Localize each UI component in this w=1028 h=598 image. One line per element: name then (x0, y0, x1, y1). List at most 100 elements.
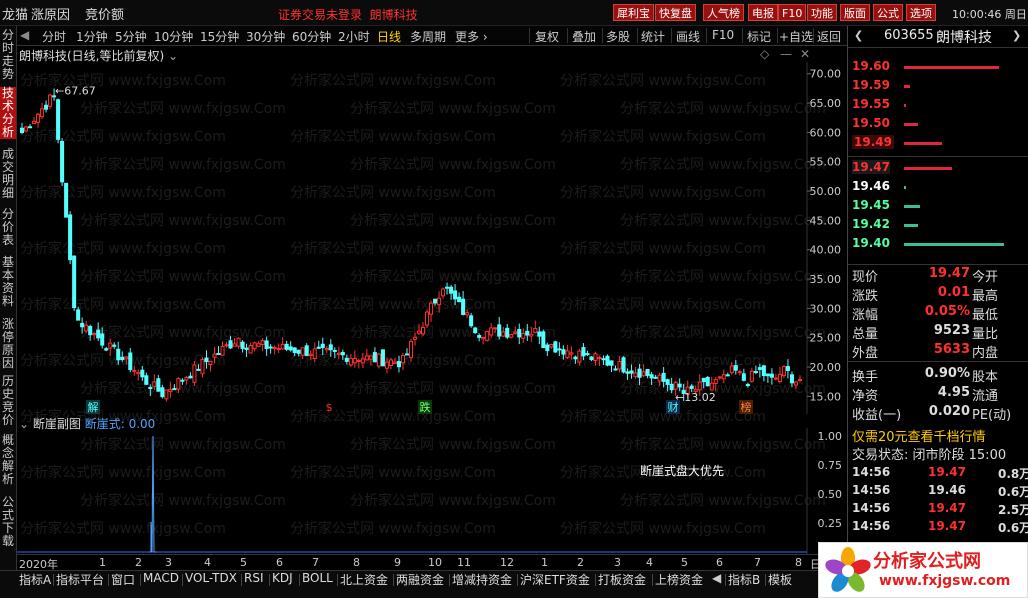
kline-chart[interactable]: 70.00 65.00 60.00 55.00 50.00 45.00 40.00 35.00… (17, 62, 847, 414)
period-1min[interactable]: 1分钟 (76, 28, 108, 45)
tool-adjust[interactable]: 复权 (535, 28, 559, 45)
x-axis-label: 4 (204, 556, 211, 569)
bid-level[interactable]: 19.46 (848, 179, 1028, 197)
quote-value: 5633 (933, 342, 970, 357)
nav-intraday[interactable]: 分时走势 (0, 29, 16, 81)
x-axis-label: 12 (500, 556, 514, 569)
period-10min[interactable]: 10分钟 (154, 28, 193, 45)
period-5min[interactable]: 5分钟 (115, 28, 147, 45)
period-30min[interactable]: 30分钟 (246, 28, 285, 45)
ask-level[interactable]: 19.50 (848, 116, 1028, 134)
indicator-tab[interactable]: BOLL (302, 571, 333, 585)
ask-level[interactable]: 19.55 (848, 97, 1028, 115)
indicator-tab[interactable]: 两融资金 (396, 571, 444, 588)
indicator-tab[interactable]: KDJ (272, 571, 293, 585)
telegram-button[interactable]: 电报 (748, 4, 778, 21)
prev-arrow-icon[interactable]: ◀ (20, 28, 29, 42)
indicator-tab[interactable]: 指标A (19, 571, 51, 588)
period-15min[interactable]: 15分钟 (200, 28, 239, 45)
layout-button[interactable]: 版面 (840, 4, 870, 21)
bid-level[interactable]: 19.45 (848, 198, 1028, 216)
nav-price-table[interactable]: 分价表 (0, 208, 16, 247)
order-volume-bar (904, 224, 918, 227)
tool-statistics[interactable]: 统计 (641, 28, 665, 45)
indicator-tab[interactable]: 指标B (728, 571, 760, 588)
quote-row: 现价 19.47 今开 (848, 266, 1028, 285)
period-more[interactable]: 更多 › (455, 28, 488, 45)
scroll-left-icon[interactable]: ◀ (712, 571, 721, 585)
quote-label: 股本 (972, 370, 999, 385)
promo-link[interactable]: 仅需20元查看千档行情 (852, 426, 986, 445)
back-arrow-icon[interactable]: ❮ (854, 29, 863, 42)
top-menu-bar: 龙猫 涨原因 竞价额 证券交易未登录 朗博科技 犀利宝 快复盘 人气榜 电报 F… (0, 0, 1028, 26)
menu-auction-amount[interactable]: 竞价额 (85, 4, 124, 23)
y-tick-label: 25.00 (810, 332, 842, 345)
forward-arrow-icon[interactable]: ❯ (1012, 29, 1021, 42)
event-marker[interactable]: 榜 (739, 400, 753, 414)
nav-limit-reason[interactable]: 涨停原因 (0, 318, 16, 370)
indicator-tab[interactable]: 沪深ETF资金 (520, 571, 590, 588)
indicator-tab[interactable]: 指标平台 (56, 571, 104, 588)
order-volume-bar (904, 104, 906, 107)
popularity-button[interactable]: 人气榜 (703, 4, 744, 21)
nav-trades[interactable]: 成交明细 (0, 148, 16, 200)
event-marker[interactable]: 财 (666, 400, 680, 414)
tool-multistock[interactable]: 多股 (606, 28, 630, 45)
ask-level[interactable]: 19.49 (848, 135, 1028, 153)
replay-button[interactable]: 快复盘 (655, 4, 696, 21)
login-notice[interactable]: 证券交易未登录 朗博科技 (278, 6, 418, 23)
quote-label: PE(动) (972, 408, 1012, 423)
chevron-down-icon[interactable]: ⌄ (168, 49, 178, 63)
nav-technical[interactable]: 技术分析 (0, 87, 16, 139)
indicator-tab[interactable]: 模板 (768, 571, 792, 588)
period-daily[interactable]: 日线 (377, 28, 401, 45)
indicator-tab[interactable]: 北上资金 (340, 571, 388, 588)
tool-back[interactable]: 返回 (817, 28, 841, 45)
event-marker[interactable]: $ (322, 400, 336, 414)
formula-button[interactable]: 公式 (873, 4, 903, 21)
x-axis-label: 1 (541, 556, 548, 569)
close-icon[interactable]: ✕ (800, 47, 810, 61)
x-axis-label: 11 (457, 556, 471, 569)
event-marker[interactable]: 解 (86, 400, 100, 414)
indicator-tab[interactable]: 打板资金 (598, 571, 646, 588)
minus-icon[interactable]: — (780, 47, 792, 61)
ask-level[interactable]: 19.60 (848, 59, 1028, 77)
indicator-tab[interactable]: 上榜资金 (655, 571, 703, 588)
period-multi[interactable]: 多周期 (410, 28, 446, 45)
options-button[interactable]: 选项 (906, 4, 936, 21)
period-60min[interactable]: 60分钟 (292, 28, 331, 45)
bid-level[interactable]: 19.42 (848, 217, 1028, 235)
nav-formula-download[interactable]: 公式下载 (0, 496, 16, 548)
function-button[interactable]: 功能 (807, 4, 837, 21)
indicator-tab[interactable]: MACD (143, 571, 179, 585)
tool-draw[interactable]: 画线 (676, 28, 700, 45)
indicator-tab[interactable]: VOL-TDX (185, 571, 237, 585)
nav-basic-info[interactable]: 基本资料 (0, 256, 16, 308)
bid-level[interactable]: 19.40 (848, 236, 1028, 254)
tool-f10[interactable]: F10 (712, 28, 734, 42)
nav-history-auction[interactable]: 历史竞价 (0, 375, 16, 427)
period-2h[interactable]: 2小时 (338, 28, 370, 45)
menu-limit-reason[interactable]: 涨原因 (31, 4, 70, 23)
tool-mark[interactable]: 标记 (747, 28, 771, 45)
indicator-tab[interactable]: 窗口 (111, 571, 135, 588)
sub-y-tick-label: 0.50 (818, 488, 843, 501)
sub-chart[interactable]: 1.00 0.75 0.50 0.25 (17, 428, 847, 554)
menu-longmao[interactable]: 龙猫 (2, 4, 28, 23)
tool-overlay[interactable]: 叠加 (572, 28, 596, 45)
xilibao-button[interactable]: 犀利宝 (613, 4, 654, 21)
tick-volume: 0.6万 (998, 485, 1028, 499)
event-marker[interactable]: 跌 (418, 400, 432, 414)
quote-label: 总量 (852, 327, 879, 342)
f10-button[interactable]: F10 (778, 4, 807, 21)
ask-level[interactable]: 19.59 (848, 78, 1028, 96)
period-intraday[interactable]: 分时 (42, 28, 66, 45)
tool-add-watchlist[interactable]: +自选 (779, 28, 813, 45)
indicator-tab[interactable]: RSI (244, 571, 264, 585)
order-volume-bar (904, 205, 920, 208)
bid-level[interactable]: 19.47 (848, 160, 1028, 178)
diamond-icon[interactable]: ◇ (760, 47, 769, 61)
nav-concept[interactable]: 概念解析 (0, 434, 16, 486)
indicator-tab[interactable]: 增减持资金 (452, 571, 512, 588)
